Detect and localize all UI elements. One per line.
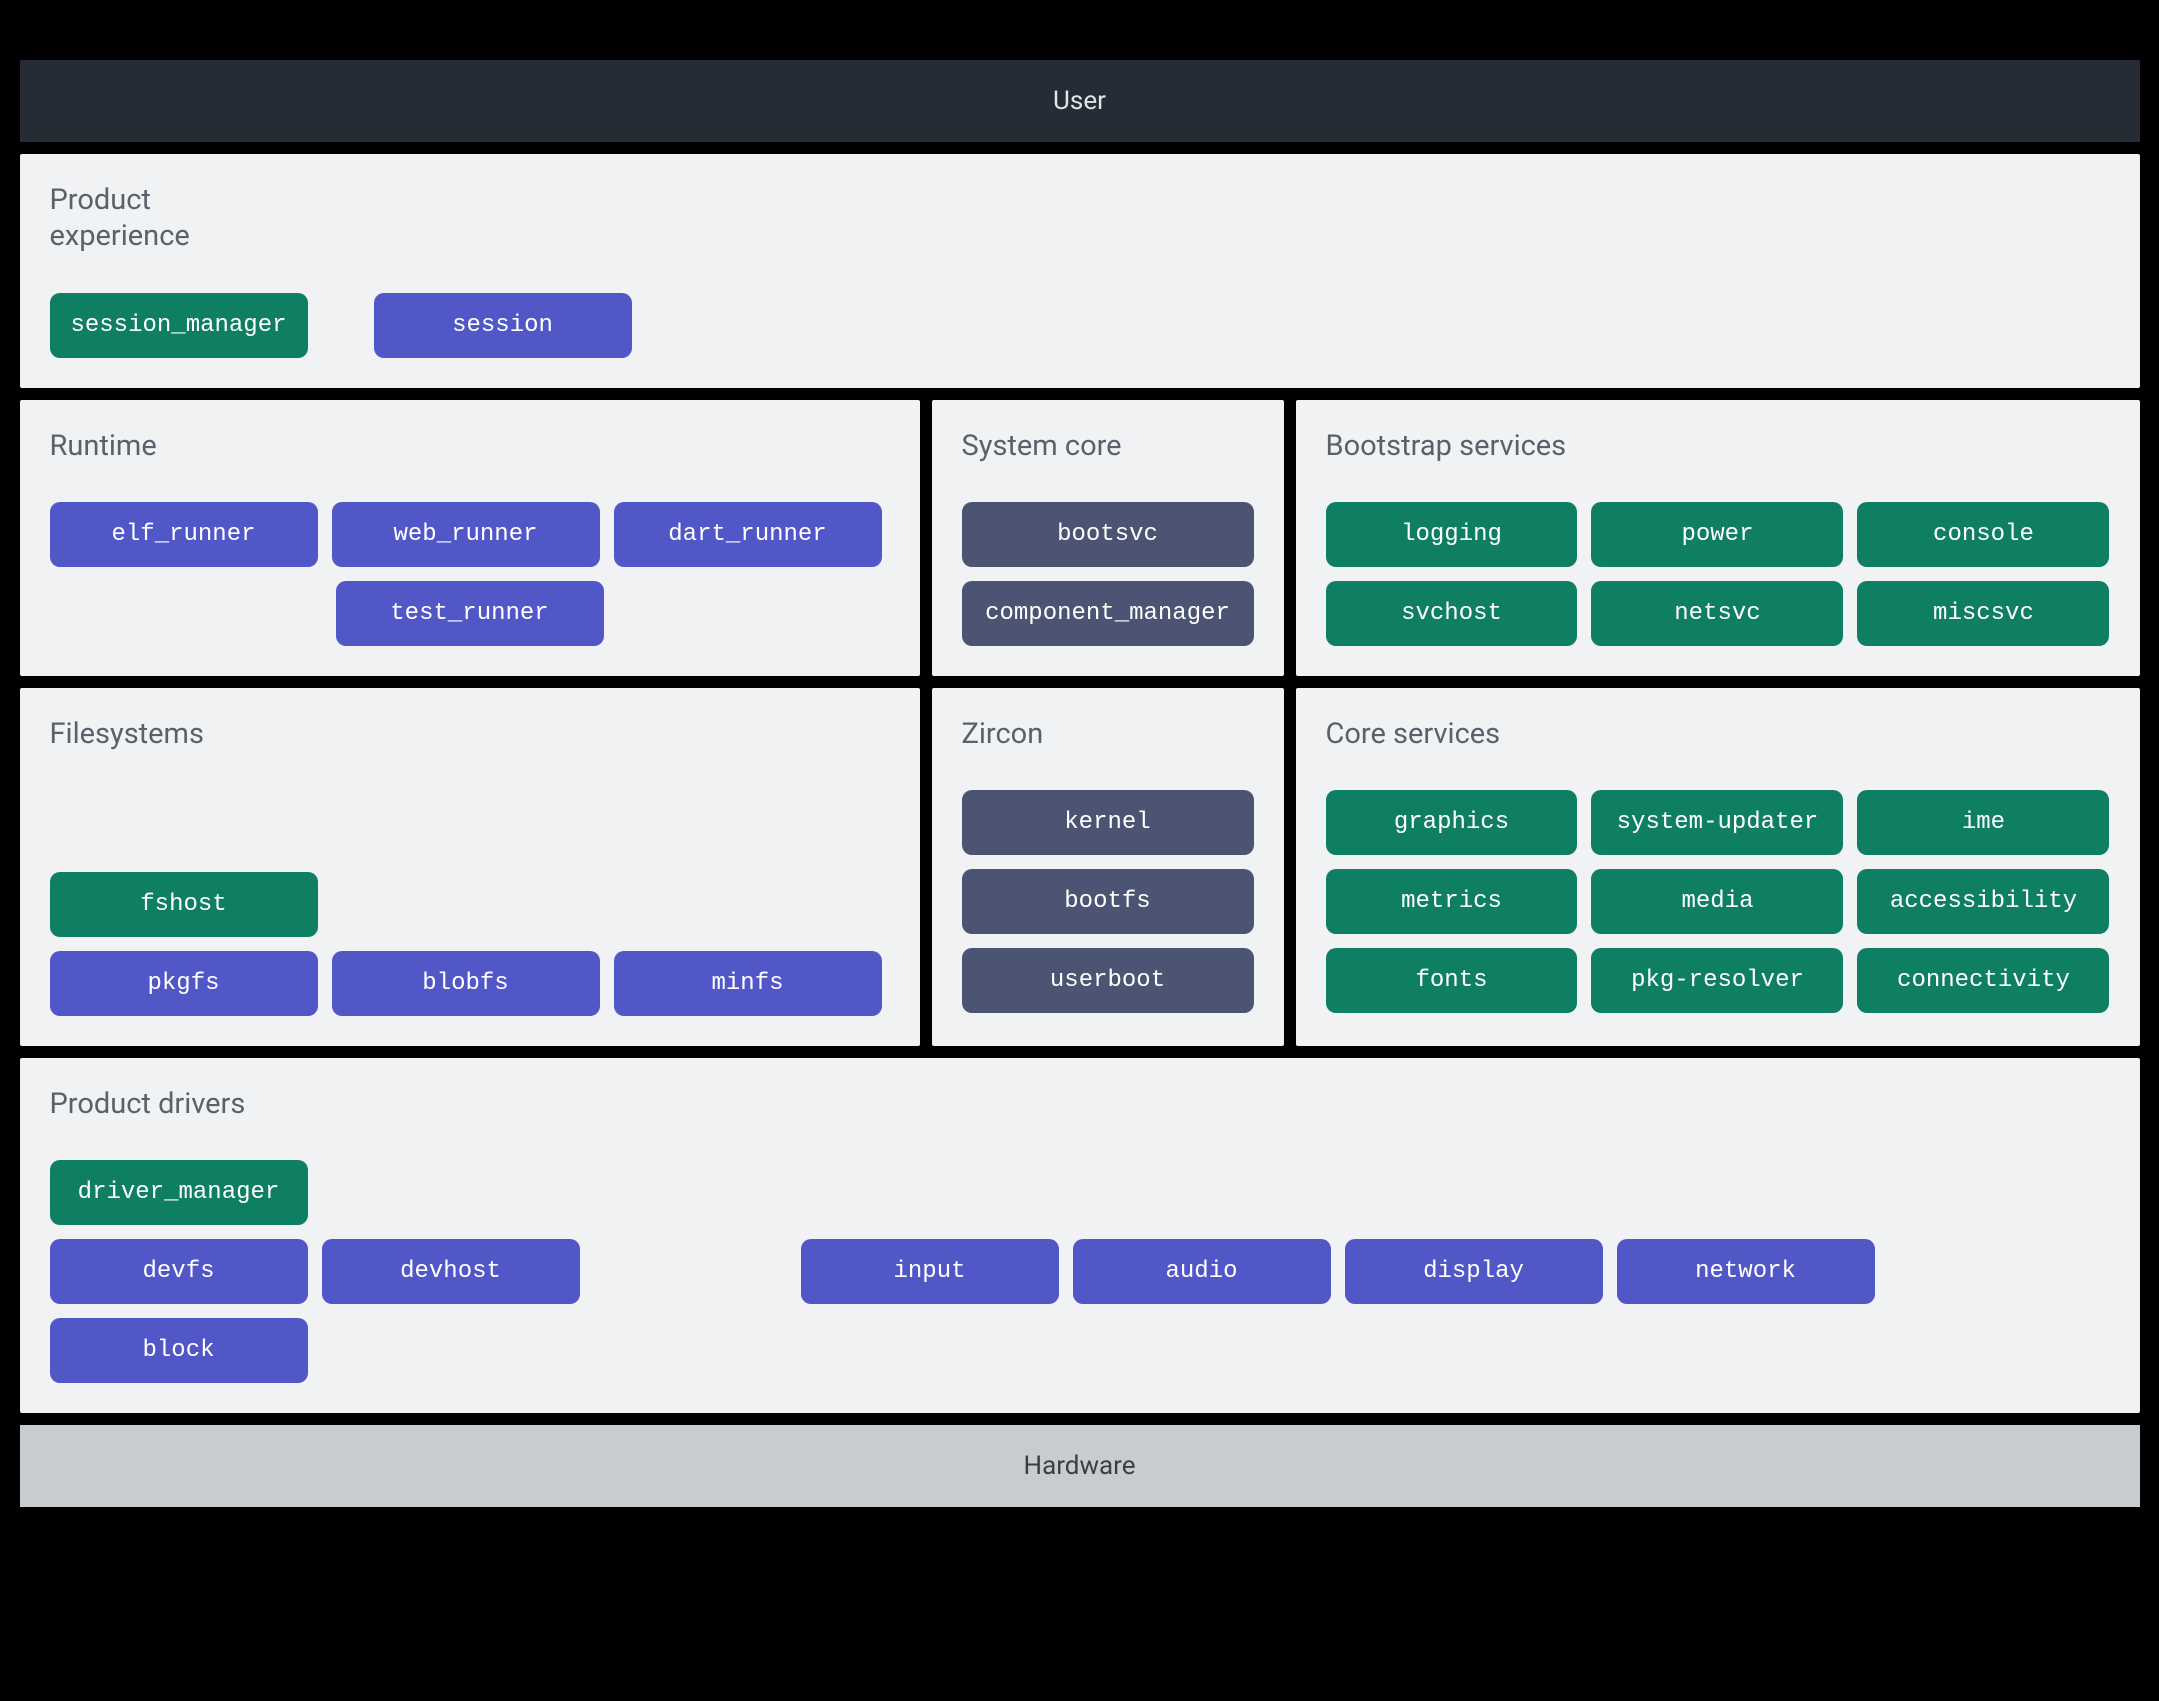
chip-elf-runner: elf_runner: [50, 502, 318, 567]
chip-svchost: svchost: [1326, 581, 1578, 646]
chip-logging: logging: [1326, 502, 1578, 567]
chip-devfs: devfs: [50, 1239, 308, 1304]
chip-session: session: [374, 293, 632, 358]
chip-audio: audio: [1073, 1239, 1331, 1304]
chip-fonts: fonts: [1326, 948, 1578, 1013]
zircon-title: Zircon: [962, 716, 1254, 752]
runtime-title: Runtime: [50, 428, 890, 464]
hardware-banner: Hardware: [20, 1425, 2140, 1507]
system-core-title: System core: [962, 428, 1254, 464]
chip-dart-runner: dart_runner: [614, 502, 882, 567]
chip-power: power: [1591, 502, 1843, 567]
chip-network: network: [1617, 1239, 1875, 1304]
product-drivers-row2: devfs devhost input audio display networ…: [50, 1239, 2110, 1383]
bootstrap-card: Bootstrap services logging power console…: [1296, 400, 2140, 676]
product-drivers-card: Product drivers driver_manager devfs dev…: [20, 1058, 2140, 1413]
chip-kernel: kernel: [962, 790, 1254, 855]
chip-driver-manager: driver_manager: [50, 1160, 308, 1225]
chip-session-manager: session_manager: [50, 293, 308, 358]
chip-bootfs: bootfs: [962, 869, 1254, 934]
chip-connectivity: connectivity: [1857, 948, 2109, 1013]
chip-pkgfs: pkgfs: [50, 951, 318, 1016]
chip-userboot: userboot: [962, 948, 1254, 1013]
product-drivers-row1: driver_manager: [50, 1160, 2110, 1225]
product-experience-title: Product experience: [50, 182, 2110, 255]
chip-blobfs: blobfs: [332, 951, 600, 1016]
chip-netsvc: netsvc: [1591, 581, 1843, 646]
filesystems-row2: pkgfs blobfs minfs: [50, 951, 890, 1016]
chip-console: console: [1857, 502, 2109, 567]
filesystems-row1: fshost: [50, 872, 890, 937]
chip-bootsvc: bootsvc: [962, 502, 1254, 567]
system-core-items: bootsvc component_manager: [962, 502, 1254, 646]
chip-media: media: [1591, 869, 1843, 934]
filesystems-title: Filesystems: [50, 716, 890, 752]
chip-devhost: devhost: [322, 1239, 580, 1304]
user-banner-label: User: [1053, 86, 1106, 116]
chip-minfs: minfs: [614, 951, 882, 1016]
product-drivers-title: Product drivers: [50, 1086, 2110, 1122]
chip-pkg-resolver: pkg-resolver: [1591, 948, 1843, 1013]
zircon-items: kernel bootfs userboot: [962, 790, 1254, 1013]
chip-system-updater: system-updater: [1591, 790, 1843, 855]
chip-ime: ime: [1857, 790, 2109, 855]
chip-display: display: [1345, 1239, 1603, 1304]
user-banner: User: [20, 60, 2140, 142]
chip-input: input: [801, 1239, 1059, 1304]
zircon-card: Zircon kernel bootfs userboot: [932, 688, 1284, 1046]
product-experience-card: Product experience session_manager sessi…: [20, 154, 2140, 388]
chip-metrics: metrics: [1326, 869, 1578, 934]
system-core-card: System core bootsvc component_manager: [932, 400, 1284, 676]
chip-web-runner: web_runner: [332, 502, 600, 567]
chip-graphics: graphics: [1326, 790, 1578, 855]
chip-block: block: [50, 1318, 308, 1383]
hardware-banner-label: Hardware: [1024, 1451, 1136, 1481]
chip-accessibility: accessibility: [1857, 869, 2109, 934]
chip-fshost: fshost: [50, 872, 318, 937]
chip-test-runner: test_runner: [336, 581, 604, 646]
core-services-card: Core services graphics system-updater im…: [1296, 688, 2140, 1046]
core-services-items: graphics system-updater ime metrics medi…: [1326, 790, 2110, 1013]
chip-component-manager: component_manager: [962, 581, 1254, 646]
filesystems-card: Filesystems fshost pkgfs blobfs minfs: [20, 688, 920, 1046]
core-services-title: Core services: [1326, 716, 2110, 752]
runtime-card: Runtime elf_runner web_runner dart_runne…: [20, 400, 920, 676]
chip-miscsvc: miscsvc: [1857, 581, 2109, 646]
runtime-row2: test_runner: [50, 581, 890, 646]
runtime-row1: elf_runner web_runner dart_runner: [50, 502, 890, 567]
drivers-gap: [594, 1239, 787, 1304]
product-experience-items: session_manager session: [50, 293, 2110, 358]
bootstrap-items: logging power console svchost netsvc mis…: [1326, 502, 2110, 646]
bootstrap-title: Bootstrap services: [1326, 428, 2110, 464]
